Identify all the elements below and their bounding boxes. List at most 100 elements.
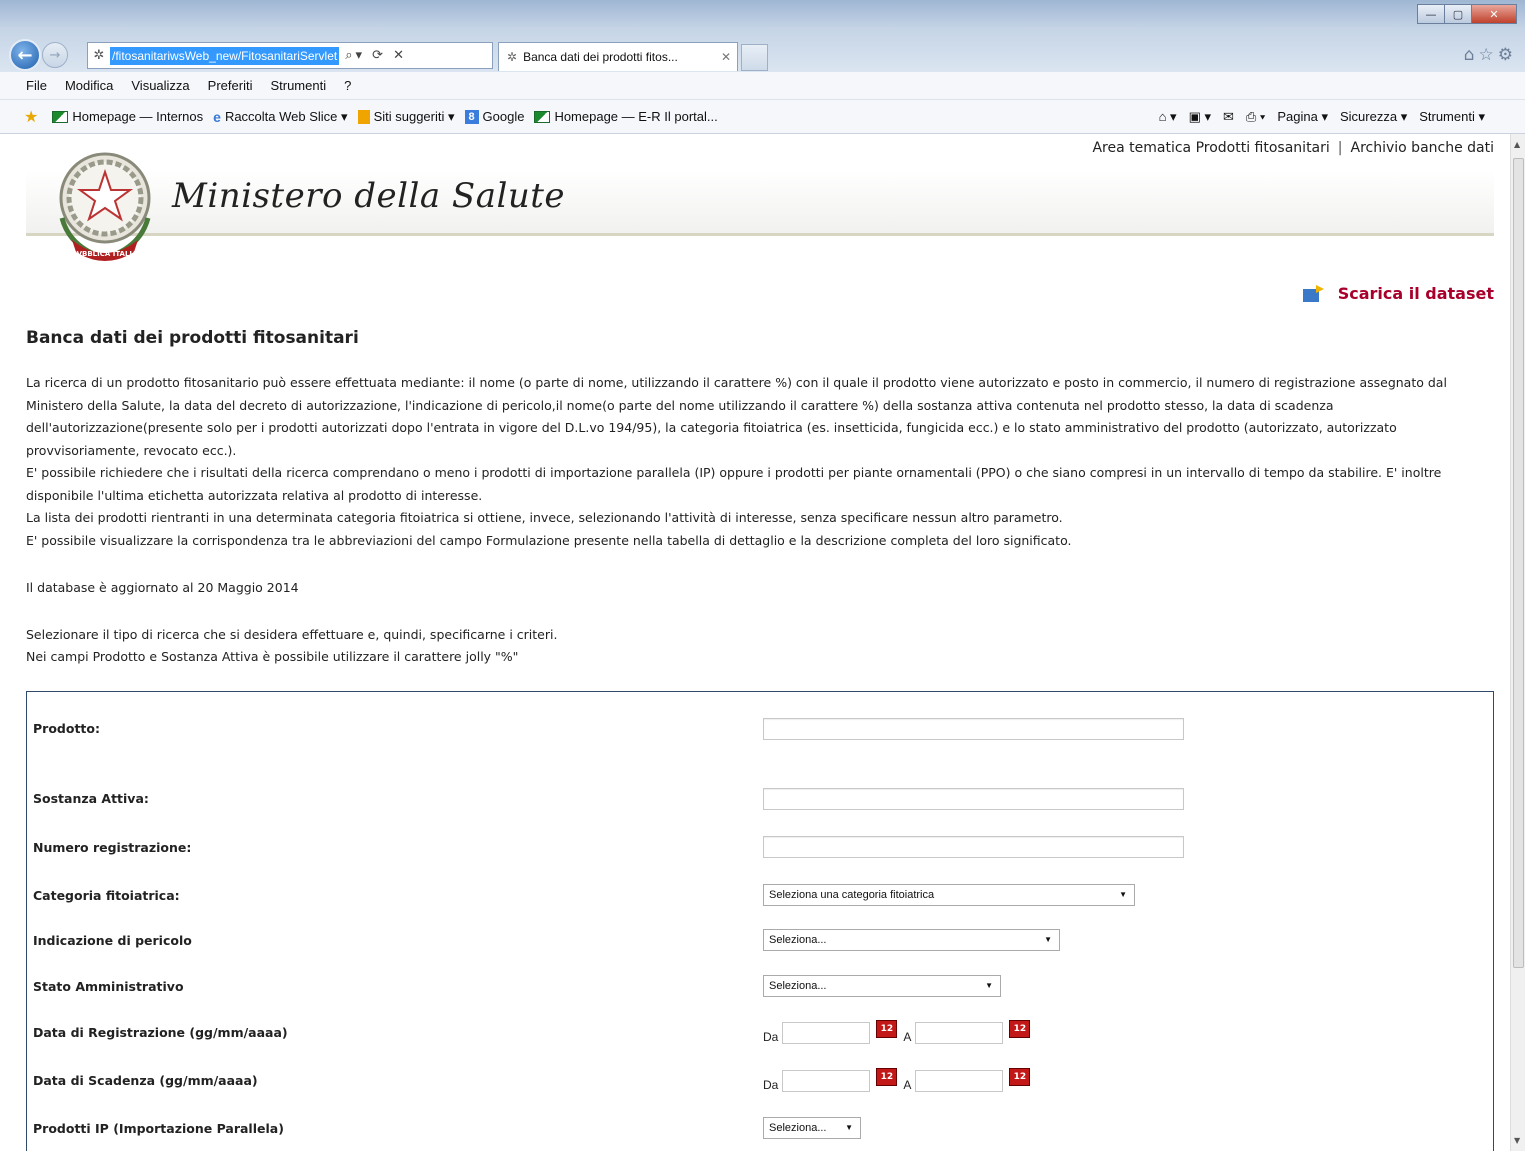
- ie-icon: e: [213, 108, 221, 125]
- minimize-button[interactable]: —: [1417, 4, 1445, 24]
- stato-select-value: Seleziona...: [769, 980, 827, 992]
- command-strumenti[interactable]: Strumenti ▾: [1419, 109, 1485, 125]
- data-scadenza-from-input[interactable]: [782, 1070, 871, 1092]
- calendar-icon[interactable]: 12: [876, 1068, 898, 1086]
- label-stato-amministrativo: Stato Amministrativo: [33, 979, 184, 994]
- settings-gear-icon[interactable]: ⚙: [1498, 45, 1517, 65]
- bing-icon: [357, 109, 370, 124]
- download-dataset-label: Scarica il dataset: [1337, 284, 1494, 303]
- label-prodotto: Prodotto:: [33, 721, 100, 736]
- categoria-select[interactable]: Seleziona una categoria fitoiatrica ▼: [763, 884, 1135, 906]
- back-button[interactable]: ←: [9, 39, 41, 71]
- italian-emblem-logo: REPVBBLICA ITALIANA: [59, 152, 151, 261]
- top-links: Area tematica Prodotti fitosanitari | Arch…: [1092, 140, 1494, 156]
- data-registrazione-range: Da 12 A 12: [763, 1020, 1036, 1044]
- label-data-scadenza: Data di Scadenza (gg/mm/aaaa): [33, 1073, 258, 1088]
- command-pagina[interactable]: Pagina ▾: [1277, 109, 1328, 125]
- address-bar-icons[interactable]: ⌕▾ ⟳ ✕: [345, 48, 407, 63]
- menu-visualizza[interactable]: Visualizza: [131, 78, 189, 93]
- command-sicurezza[interactable]: Sicurezza ▾: [1340, 109, 1407, 125]
- maximize-button[interactable]: ▢: [1444, 4, 1472, 24]
- from-label: Da: [763, 1078, 779, 1092]
- pericolo-select-value: Seleziona...: [769, 934, 827, 946]
- google-icon: 8: [464, 109, 479, 124]
- intro-paragraph: E' possibile visualizzare la corrisponde…: [26, 532, 1072, 548]
- url-text[interactable]: /fitosanitariwsWeb_new/FitosanitariServl…: [110, 46, 340, 65]
- menu-help[interactable]: ?: [344, 78, 351, 93]
- data-scadenza-to-input[interactable]: [915, 1070, 1004, 1092]
- address-bar[interactable]: ✲ /fitosanitariwsWeb_new/FitosanitariSer…: [87, 42, 493, 69]
- data-scadenza-range: Da 12 A 12: [763, 1068, 1036, 1092]
- label-categoria: Categoria fitoiatrica:: [33, 888, 180, 903]
- forward-button[interactable]: →: [42, 42, 68, 68]
- new-tab-button[interactable]: [741, 44, 768, 71]
- flag-icon: [534, 110, 551, 123]
- label-prodotti-ip: Prodotti IP (Importazione Parallela): [33, 1121, 284, 1136]
- close-window-button[interactable]: ✕: [1471, 4, 1517, 24]
- intro-paragraph: La ricerca di un prodotto fitosanitario …: [26, 375, 1447, 458]
- chevron-down-icon: ▼: [1119, 890, 1127, 899]
- page-title: Banca dati dei prodotti fitosanitari: [26, 328, 359, 348]
- print-icon[interactable]: ⎙ ▾: [1246, 109, 1265, 125]
- search-form: Prodotto: Sostanza Attiva: Numero regist…: [26, 691, 1494, 1151]
- ministry-logotype[interactable]: Ministero della Salute: [172, 176, 565, 216]
- instructions: Selezionare il tipo di ricerca che si de…: [26, 624, 557, 668]
- favorite-label: Google: [482, 109, 525, 124]
- link-archivio-banche-dati[interactable]: Archivio banche dati: [1351, 140, 1495, 156]
- update-note: Il database è aggiornato al 20 Maggio 20…: [26, 580, 299, 595]
- tab-close-icon[interactable]: ✕: [721, 50, 731, 64]
- scroll-down-icon[interactable]: ▼: [1514, 1136, 1520, 1145]
- menu-preferiti[interactable]: Preferiti: [208, 78, 253, 93]
- prodotto-input[interactable]: [763, 718, 1184, 740]
- prodotti-ip-select[interactable]: Seleziona... ▼: [763, 1117, 861, 1139]
- tab-title: Banca dati dei prodotti fitos...: [523, 50, 678, 64]
- link-area-tematica[interactable]: Area tematica Prodotti fitosanitari: [1092, 140, 1329, 156]
- instruction-line: Nei campi Prodotto e Sostanza Attiva è p…: [26, 649, 519, 664]
- feeds-icon[interactable]: ▣ ▾: [1189, 109, 1211, 125]
- sostanza-attiva-input[interactable]: [763, 788, 1184, 810]
- tab-favicon: ✲: [507, 50, 518, 64]
- calendar-icon[interactable]: 12: [1009, 1068, 1031, 1086]
- favorite-siti-suggeriti[interactable]: Siti suggeriti ▾: [357, 109, 455, 125]
- scroll-up-icon[interactable]: ▲: [1514, 140, 1520, 149]
- emblem-ribbon-text: REPVBBLICA ITALIANA: [61, 250, 149, 258]
- mail-icon[interactable]: ✉: [1223, 109, 1234, 125]
- favorite-label: Homepage — E-R Il portal...: [554, 109, 718, 124]
- intro-paragraph: E' possibile richiedere che i risultati …: [26, 465, 1442, 503]
- label-sostanza-attiva: Sostanza Attiva:: [33, 791, 149, 806]
- browser-titlebar: — ▢ ✕ ← → ✲ /fitosanitariwsWeb_new/Fitos…: [0, 0, 1525, 72]
- numero-registrazione-input[interactable]: [763, 836, 1184, 858]
- menu-file[interactable]: File: [26, 78, 47, 93]
- vertical-scrollbar[interactable]: ▲ ▼: [1510, 134, 1525, 1151]
- favorite-homepage-er[interactable]: Homepage — E-R Il portal...: [534, 109, 718, 124]
- download-dataset-icon: [1302, 284, 1324, 302]
- menu-strumenti[interactable]: Strumenti: [270, 78, 326, 93]
- scrollbar-thumb[interactable]: [1513, 158, 1524, 968]
- to-label: A: [903, 1078, 912, 1092]
- home-icon[interactable]: ⌂ ▾: [1159, 109, 1177, 125]
- stato-select[interactable]: Seleziona... ▼: [763, 975, 1001, 997]
- favorite-web-slice[interactable]: e Raccolta Web Slice ▾: [213, 109, 347, 125]
- calendar-icon[interactable]: 12: [876, 1020, 898, 1038]
- calendar-icon[interactable]: 12: [1009, 1020, 1031, 1038]
- home-icon[interactable]: ⌂: [1464, 45, 1479, 65]
- download-dataset-link[interactable]: Scarica il dataset: [1302, 284, 1494, 303]
- favorites-star-icon[interactable]: ☆: [1479, 45, 1498, 65]
- intro-text: La ricerca di un prodotto fitosanitario …: [26, 372, 1496, 552]
- favorites-star-button[interactable]: ★: [24, 107, 42, 127]
- menu-modifica[interactable]: Modifica: [65, 78, 113, 93]
- chevron-down-icon: ▼: [845, 1123, 853, 1132]
- intro-paragraph: La lista dei prodotti rientranti in una …: [26, 510, 1063, 525]
- favorite-google[interactable]: 8 Google: [464, 109, 525, 124]
- window-controls: — ▢ ✕: [1417, 4, 1517, 24]
- pericolo-select[interactable]: Seleziona... ▼: [763, 929, 1060, 951]
- favorite-homepage-internos[interactable]: Homepage — Internos: [52, 109, 203, 124]
- data-registrazione-from-input[interactable]: [782, 1022, 871, 1044]
- site-icon: ✲: [93, 48, 105, 63]
- tab-active[interactable]: ✲ Banca dati dei prodotti fitos... ✕: [498, 42, 738, 71]
- label-data-registrazione: Data di Registrazione (gg/mm/aaaa): [33, 1025, 288, 1040]
- flag-icon: [52, 110, 69, 123]
- data-registrazione-to-input[interactable]: [915, 1022, 1004, 1044]
- browser-right-icons: ⌂☆⚙: [1464, 45, 1517, 65]
- from-label: Da: [763, 1030, 779, 1044]
